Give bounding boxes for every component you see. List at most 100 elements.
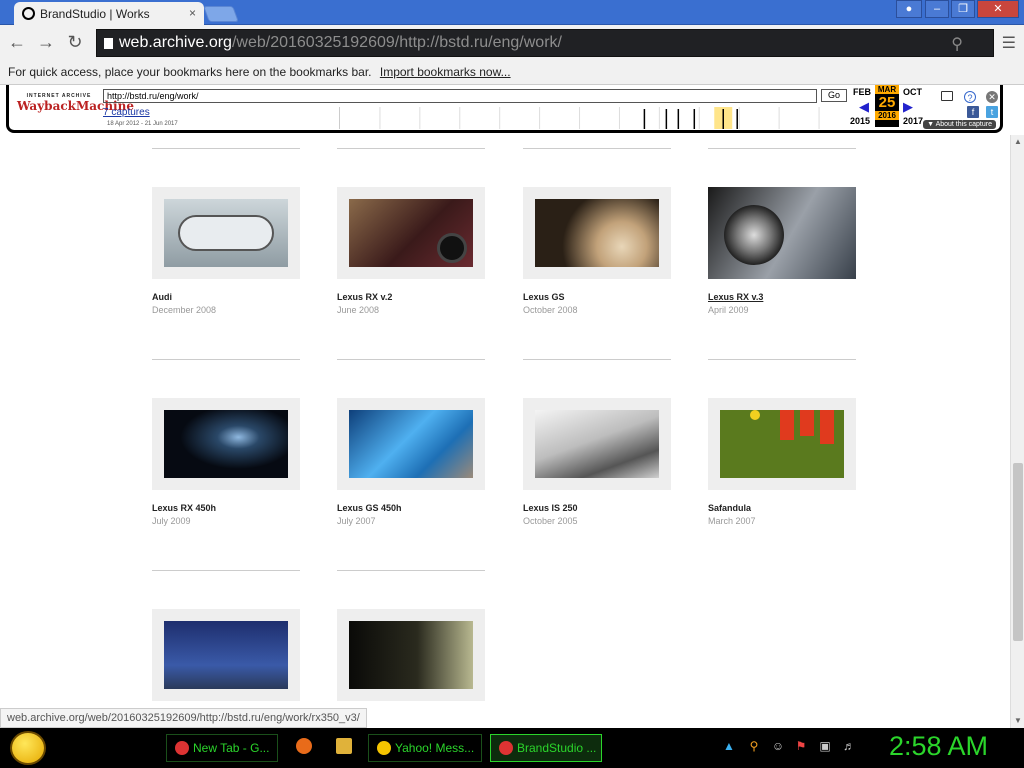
wayback-url-input[interactable]: http://bstd.ru/eng/work/ xyxy=(103,89,817,103)
taskbar-clock[interactable]: 2:58 AM xyxy=(889,731,988,762)
work-thumbnail-frame[interactable] xyxy=(152,609,300,701)
tray-messenger-icon[interactable]: ☺ xyxy=(771,739,785,753)
prev-month[interactable]: FEB xyxy=(853,87,871,97)
work-card[interactable]: Lexus RX 450h July 2009 xyxy=(152,398,300,526)
restore-button[interactable]: ❐ xyxy=(951,0,975,18)
work-thumbnail-frame[interactable] xyxy=(708,187,856,279)
work-date: July 2009 xyxy=(152,516,191,526)
work-card[interactable]: Lexus RX v.2 June 2008 xyxy=(337,187,485,315)
captures-link[interactable]: 7 captures xyxy=(103,107,150,118)
back-arrow-icon[interactable]: ← xyxy=(6,32,28,52)
page-scrollbar[interactable]: ▲ ▼ xyxy=(1010,135,1024,728)
work-thumbnail-frame[interactable] xyxy=(152,398,300,490)
address-bar[interactable]: web.archive.org/web/20160325192609/http:… xyxy=(96,29,994,57)
work-name[interactable]: Audi xyxy=(152,292,300,302)
work-thumbnail-frame[interactable] xyxy=(152,187,300,279)
yahoo-messenger-icon xyxy=(377,741,391,755)
work-thumbnail-frame[interactable] xyxy=(337,187,485,279)
current-day: 25 xyxy=(878,94,896,111)
work-name[interactable]: Lexus RX 450h xyxy=(152,503,300,513)
user-profile-icon[interactable]: ● xyxy=(896,0,922,18)
help-icon[interactable]: ? xyxy=(964,91,976,103)
captures-sparkline[interactable] xyxy=(339,107,849,129)
work-name[interactable]: Lexus GS xyxy=(523,292,671,302)
scroll-down-icon[interactable]: ▼ xyxy=(1014,716,1022,725)
reload-icon[interactable]: ↻ xyxy=(64,32,86,52)
work-thumbnail-frame[interactable] xyxy=(708,398,856,490)
work-name[interactable]: Lexus RX v.3 xyxy=(708,292,856,302)
tray-security-icon[interactable]: ⚑ xyxy=(794,739,808,753)
work-thumbnail-frame[interactable] xyxy=(337,398,485,490)
tray-volume-icon[interactable]: ♬ xyxy=(842,739,856,753)
firefox-icon[interactable] xyxy=(296,738,312,754)
tray-network-icon[interactable]: ▲ xyxy=(722,739,736,753)
work-thumbnail[interactable] xyxy=(164,410,288,478)
work-date: December 2008 xyxy=(152,305,217,315)
forward-arrow-icon[interactable]: → xyxy=(35,32,57,52)
work-card[interactable]: Lexus IS 250 October 2005 xyxy=(523,398,671,526)
capture-range: 18 Apr 2012 - 21 Jun 2017 xyxy=(107,121,178,127)
menu-icon[interactable]: ☰ xyxy=(1002,33,1016,53)
work-card-hovered[interactable]: Lexus RX v.3 April 2009 xyxy=(708,187,856,315)
work-date: October 2008 xyxy=(523,305,578,315)
tray-monitor-icon[interactable]: ▣ xyxy=(818,739,832,753)
scroll-up-icon[interactable]: ▲ xyxy=(1014,137,1022,146)
next-capture-arrow-icon[interactable]: ▶ xyxy=(903,99,913,115)
current-year: 2016 xyxy=(875,111,899,120)
start-button[interactable] xyxy=(10,731,46,765)
work-name[interactable]: Safandula xyxy=(708,503,856,513)
work-card[interactable]: Lexus GS October 2008 xyxy=(523,187,671,315)
work-card[interactable]: Lexus GS 450h July 2007 xyxy=(337,398,485,526)
about-capture-button[interactable]: ▼ About this capture xyxy=(923,120,996,129)
work-thumbnail[interactable] xyxy=(535,199,659,267)
work-name[interactable]: Lexus IS 250 xyxy=(523,503,671,513)
taskbar-item-new-tab[interactable]: New Tab - G... xyxy=(166,734,278,762)
work-thumbnail[interactable] xyxy=(349,410,473,478)
calendar-icon[interactable] xyxy=(941,91,953,101)
new-tab-button[interactable] xyxy=(203,6,239,22)
taskbar-item-yahoo-messenger[interactable]: Yahoo! Mess... xyxy=(368,734,482,762)
work-thumbnail-frame[interactable] xyxy=(523,398,671,490)
tray-search-icon[interactable]: ⚲ xyxy=(747,739,761,753)
work-thumbnail[interactable] xyxy=(349,199,473,267)
twitter-icon[interactable]: t xyxy=(986,106,998,118)
task-label: BrandStudio ... xyxy=(517,741,597,755)
work-name[interactable]: Lexus RX v.2 xyxy=(337,292,485,302)
close-tab-icon[interactable]: × xyxy=(189,6,196,20)
row-divider xyxy=(152,570,300,571)
row-divider xyxy=(152,148,300,149)
import-bookmarks-link[interactable]: Import bookmarks now... xyxy=(380,65,511,79)
chrome-icon xyxy=(499,741,513,755)
work-card[interactable]: Audi December 2008 xyxy=(152,187,300,315)
work-thumbnail[interactable] xyxy=(708,187,856,279)
folder-icon[interactable] xyxy=(336,738,352,754)
browser-tab[interactable]: BrandStudio | Works × xyxy=(14,2,204,25)
taskbar-item-brandstudio[interactable]: BrandStudio ... xyxy=(490,734,602,762)
zoom-icon[interactable]: ⚲ xyxy=(951,34,963,54)
chrome-icon xyxy=(175,741,189,755)
current-capture-date: MAR 25 2016 xyxy=(875,85,899,127)
work-thumbnail-frame[interactable] xyxy=(337,609,485,701)
work-thumbnail[interactable] xyxy=(164,621,288,689)
work-card[interactable] xyxy=(152,609,300,701)
logo-main-text: WaybackMachine xyxy=(17,99,134,113)
work-card[interactable] xyxy=(337,609,485,701)
work-thumbnail[interactable] xyxy=(349,621,473,689)
work-card[interactable]: Safandula March 2007 xyxy=(708,398,856,526)
prev-capture-arrow-icon[interactable]: ◀ xyxy=(859,99,869,115)
scrollbar-thumb[interactable] xyxy=(1013,463,1023,641)
facebook-icon[interactable]: f xyxy=(967,106,979,118)
work-thumbnail[interactable] xyxy=(535,410,659,478)
close-window-button[interactable]: ✕ xyxy=(977,0,1019,18)
work-thumbnail[interactable] xyxy=(720,410,844,478)
wayback-logo[interactable]: INTERNET ARCHIVE WaybackMachine xyxy=(17,91,134,113)
go-button[interactable]: Go xyxy=(821,89,847,102)
work-name[interactable]: Lexus GS 450h xyxy=(337,503,485,513)
close-toolbar-icon[interactable]: ✕ xyxy=(986,91,998,103)
current-month: MAR xyxy=(875,85,899,94)
work-thumbnail-frame[interactable] xyxy=(523,187,671,279)
minimize-button[interactable]: – xyxy=(925,0,949,18)
next-month[interactable]: OCT xyxy=(903,87,922,97)
row-divider xyxy=(708,148,856,149)
work-thumbnail[interactable] xyxy=(164,199,288,267)
